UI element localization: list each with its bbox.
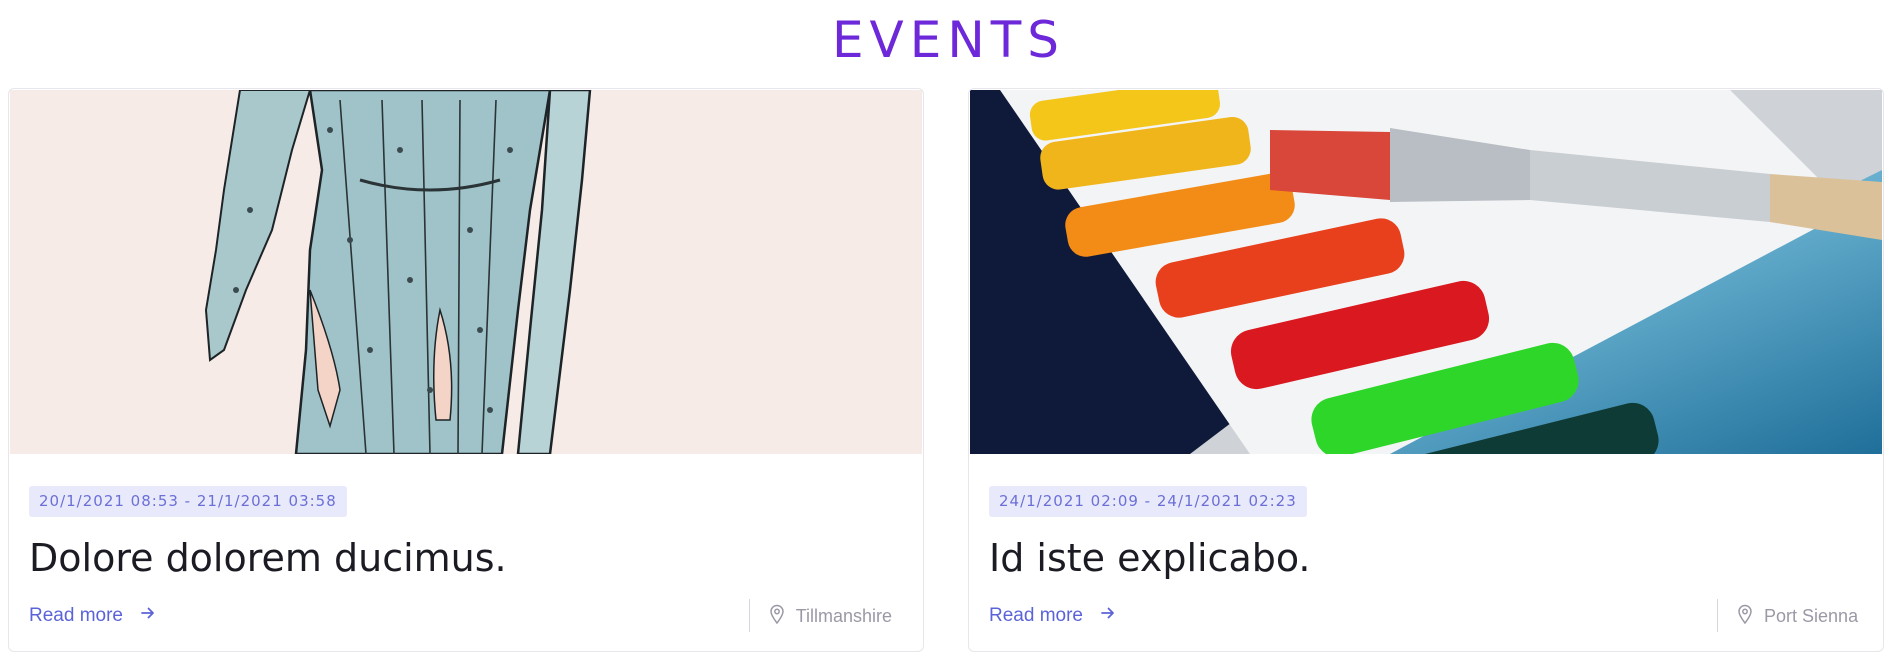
event-card[interactable]: 24/1/2021 02:09 - 24/1/2021 02:23 Id ist… — [968, 88, 1884, 652]
event-title[interactable]: Dolore dolorem ducimus. — [29, 535, 507, 581]
event-location: Port Sienna — [1737, 603, 1858, 631]
footer-divider — [1717, 599, 1718, 632]
event-card[interactable]: 20/1/2021 08:53 - 21/1/2021 03:58 Dolore… — [8, 88, 924, 652]
events-page: EVENTS 20/1/2021 08:53 - 21/1/2021 03:58… — [0, 0, 1897, 663]
arrow-right-icon — [1100, 603, 1116, 629]
event-image[interactable] — [10, 90, 922, 454]
read-more-link[interactable]: Read more — [29, 603, 156, 629]
event-location-label: Tillmanshire — [795, 606, 893, 626]
footer-divider — [749, 599, 750, 632]
arrow-right-icon — [140, 603, 156, 629]
event-image[interactable] — [970, 90, 1882, 454]
read-more-link[interactable]: Read more — [989, 603, 1116, 629]
read-more-label: Read more — [29, 605, 123, 627]
event-title[interactable]: Id iste explicabo. — [989, 535, 1311, 581]
event-location-label: Port Sienna — [1764, 606, 1859, 626]
event-date-badge: 20/1/2021 08:53 - 21/1/2021 03:58 — [29, 486, 347, 517]
watercolor-palette-image — [970, 90, 1882, 454]
fashion-illustration-image — [10, 90, 922, 454]
event-date-badge: 24/1/2021 02:09 - 24/1/2021 02:23 — [989, 486, 1307, 517]
map-pin-icon — [769, 604, 785, 631]
map-pin-icon — [1737, 604, 1753, 631]
read-more-label: Read more — [989, 605, 1083, 627]
section-title: EVENTS — [831, 11, 1066, 69]
event-location: Tillmanshire — [769, 603, 892, 631]
